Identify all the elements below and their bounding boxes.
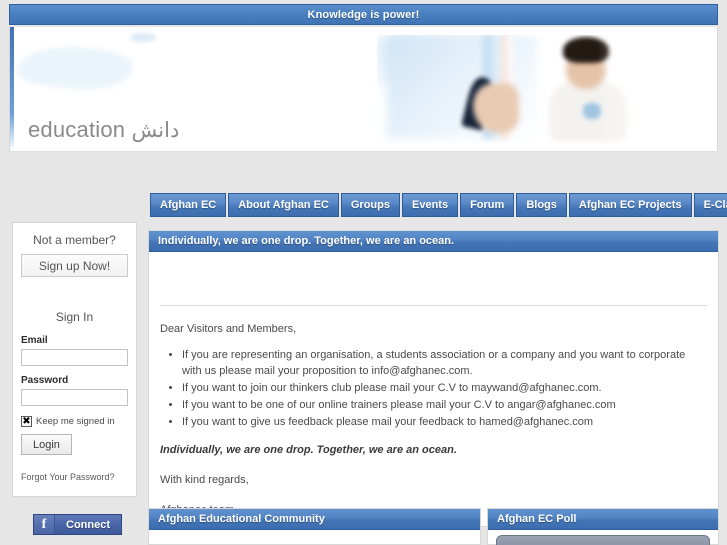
main-panel-title: Individually, we are one drop. Together,… [158, 235, 455, 247]
main-panel-header: Individually, we are one drop. Together,… [149, 231, 718, 252]
list-item: If you want to join our thinkers club pl… [182, 381, 707, 397]
poll-panel-title: Afghan EC Poll [497, 513, 577, 525]
main-panel-body: Dear Visitors and Members, If you are re… [149, 252, 718, 516]
main-content-panel: Individually, we are one drop. Together,… [148, 230, 719, 527]
poll-panel: Afghan EC Poll [487, 508, 719, 545]
nav-item-e-classroom[interactable]: E-Classroom [693, 193, 727, 217]
main-top-spacer [160, 252, 707, 305]
keep-signed-in-label: Keep me signed in [36, 416, 115, 427]
decorative-swoosh [18, 47, 133, 89]
tagline-text: Knowledge is power! [307, 8, 420, 21]
site-header: education دانش [9, 27, 718, 152]
banner-photo [377, 35, 717, 148]
community-panel-header: Afghan Educational Community [149, 509, 480, 530]
sign-up-button[interactable]: Sign up Now! [21, 254, 128, 277]
forgot-password-link[interactable]: Forgot Your Password? [21, 472, 128, 482]
regards-text: With kind regards, [160, 473, 249, 486]
poll-widget-placeholder[interactable] [496, 535, 710, 545]
decorative-swoosh-small [130, 33, 156, 42]
nav-item-blogs[interactable]: Blogs [516, 193, 567, 217]
nav-item-afghan-ec-projects[interactable]: Afghan EC Projects [568, 193, 692, 217]
site-logo[interactable]: education دانش [28, 117, 179, 143]
nav-item-groups[interactable]: Groups [340, 193, 400, 217]
logo-text-ar: دانش [131, 119, 180, 142]
slogan-text: Individually, we are one drop. Together,… [160, 443, 457, 456]
list-item: If you want to be one of our online trai… [182, 398, 707, 414]
email-input[interactable] [21, 349, 128, 366]
tagline-bar: Knowledge is power! [9, 4, 718, 25]
keep-signed-in-row[interactable]: ✖ Keep me signed in [21, 416, 128, 427]
nav-item-events[interactable]: Events [402, 193, 459, 217]
login-sidebar: Not a member? Sign up Now! Sign In Email… [12, 222, 137, 497]
greeting-text: Dear Visitors and Members, [160, 323, 297, 335]
community-panel-title: Afghan Educational Community [158, 513, 325, 525]
nav-item-afghan-ec[interactable]: Afghan EC [150, 193, 227, 217]
content-divider [160, 305, 707, 306]
facebook-icon: f [34, 515, 55, 534]
instructions-list: If you are representing an organisation,… [182, 348, 707, 431]
list-item: If you want to give us feedback please m… [182, 415, 707, 431]
login-button[interactable]: Login [21, 434, 72, 455]
keep-signed-in-checkbox[interactable]: ✖ [21, 416, 32, 427]
poll-panel-header: Afghan EC Poll [488, 509, 718, 530]
password-input[interactable] [21, 389, 128, 406]
header-accent-bar [10, 27, 14, 151]
sign-in-heading: Sign In [55, 310, 94, 324]
logo-text-en: education [28, 117, 126, 142]
page-root: Knowledge is power! education دانش Afgha… [0, 0, 727, 545]
nav-item-forum[interactable]: Forum [460, 193, 515, 217]
facebook-connect-button[interactable]: f Connect [33, 514, 122, 535]
nav-item-about-afghan-ec[interactable]: About Afghan EC [228, 193, 339, 217]
not-a-member-text: Not a member? [33, 233, 116, 247]
password-label: Password [21, 375, 69, 386]
banner-fade-overlay [597, 35, 717, 148]
community-panel: Afghan Educational Community [148, 508, 481, 545]
main-navigation: Afghan EC About Afghan EC Groups Events … [150, 193, 727, 217]
email-label: Email [21, 335, 48, 346]
list-item: If you are representing an organisation,… [182, 348, 707, 380]
facebook-connect-label: Connect [66, 518, 110, 531]
